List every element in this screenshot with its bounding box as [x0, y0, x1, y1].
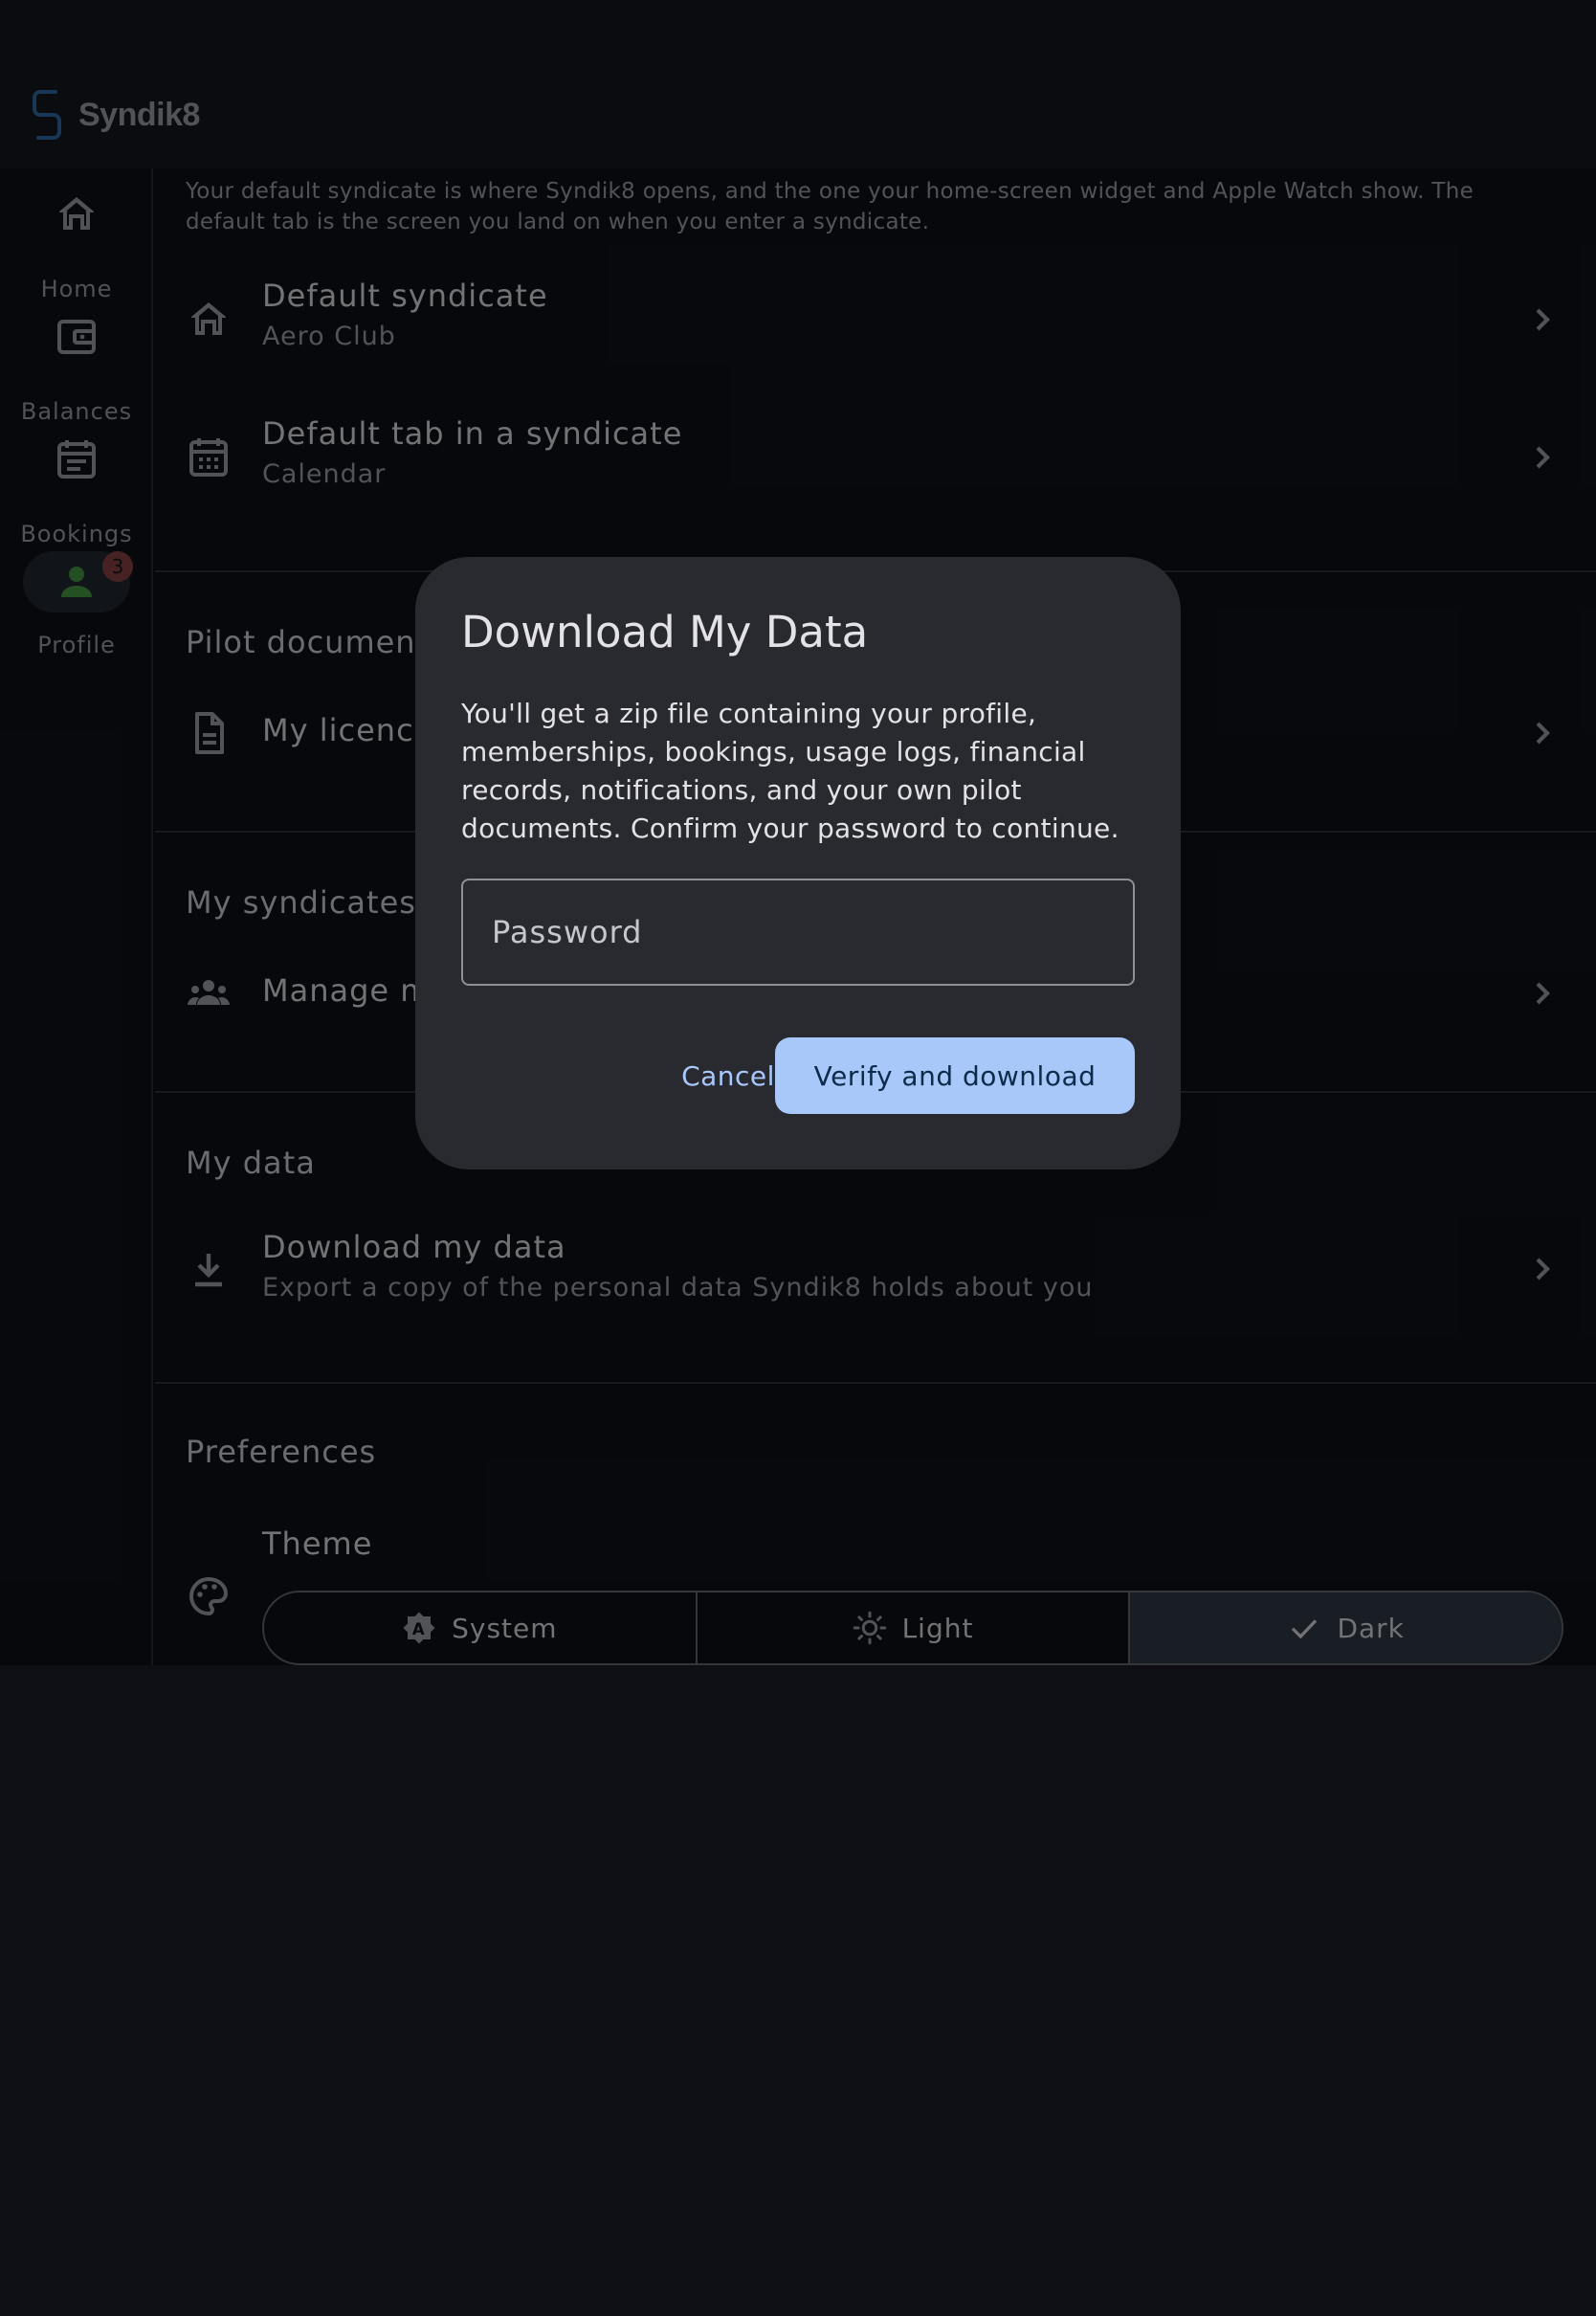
- password-field[interactable]: [461, 879, 1135, 986]
- download-data-dialog: Download My Data You'll get a zip file c…: [415, 557, 1181, 1169]
- verify-and-download-button[interactable]: Verify and download: [775, 1037, 1135, 1114]
- dialog-body: You'll get a zip file containing your pr…: [461, 698, 1119, 844]
- app-root: Syndik8 Home Balances Bookings 3 Profile…: [0, 0, 1596, 2316]
- dialog-title: Download My Data: [461, 607, 869, 657]
